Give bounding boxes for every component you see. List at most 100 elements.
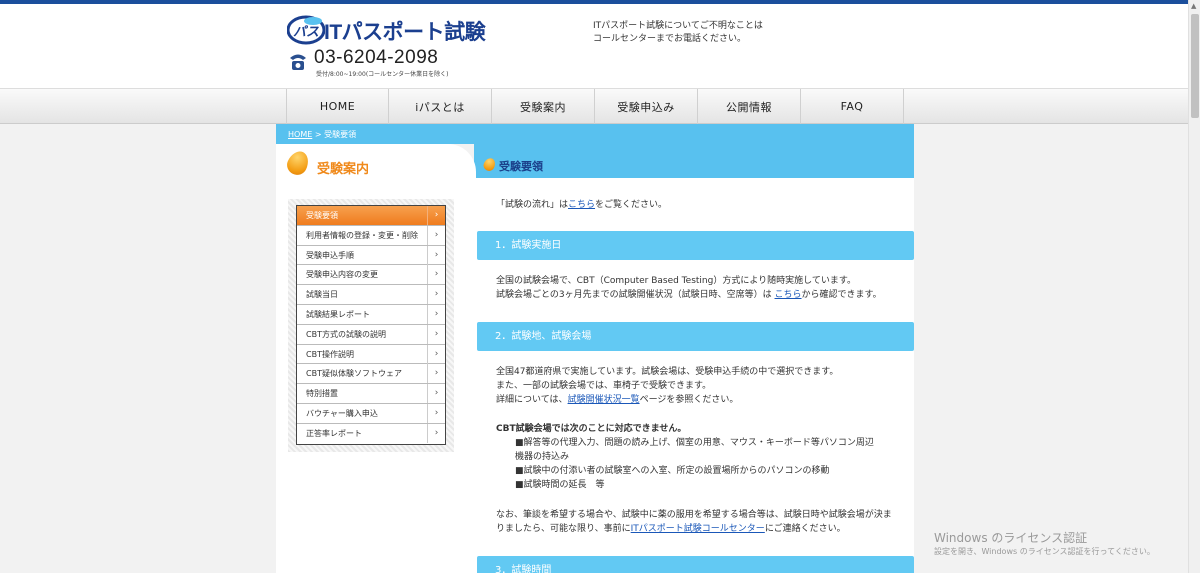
text-before: りましたら、可能な限り、事前に <box>496 524 631 534</box>
venue-list-link[interactable]: 試験開催状況一覧 <box>568 395 640 405</box>
paragraph-line: また、一部の試験会場では、車椅子で受験できます。 <box>496 381 712 391</box>
chevron-right-icon: › <box>427 403 445 423</box>
site-logo[interactable]: パス ITパスポート試験 03-6204-2098 受付/8:00~19:00(… <box>287 14 507 78</box>
sidebar-item-cbt-simulator[interactable]: CBT疑似体験ソフトウェア › <box>297 364 445 385</box>
svg-text:パス: パス <box>293 25 319 40</box>
nav-exam-guide[interactable]: 受験案内 <box>492 89 595 124</box>
notice-line: コールセンターまでお電話ください。 <box>593 34 747 44</box>
paragraph-line: りましたら、可能な限り、事前にITパスポート試験コールセンターにご連絡ください。 <box>496 522 892 536</box>
nav-home[interactable]: HOME <box>286 89 389 124</box>
sidebar-item-label: 試験当日 <box>306 290 338 300</box>
sidebar-item-change-application[interactable]: 受験申込内容の変更 › <box>297 265 445 286</box>
nav-about[interactable]: iパスとは <box>389 89 492 124</box>
paragraph-line: 試験会場ごとの3ヶ月先までの試験開催状況（試験日時、空席等）は こちらから確認で… <box>496 288 882 302</box>
sidebar-item-label: バウチャー購入申込 <box>306 408 378 418</box>
chevron-right-icon: › <box>427 225 445 245</box>
sidebar-menu: 受験要領 › 利用者情報の登録・変更・削除 › 受験申込手順 › 受験申込内容の変更 ›… <box>296 205 446 445</box>
sidebar-item-label: 受験申込手順 <box>306 250 354 260</box>
list-item: 機器の持込み <box>515 452 570 462</box>
paragraph-line: 詳細については、試験開催状況一覧ページを参照ください。 <box>496 393 838 407</box>
breadcrumb-current: 受験要領 <box>324 130 357 139</box>
header-notice: ITパスポート試験についてご不明なことは コールセンターまでお電話ください。 <box>593 20 763 46</box>
sidebar-item-label: 利用者情報の登録・変更・削除 <box>306 230 418 240</box>
sidebar-item-cbt-operation[interactable]: CBT操作説明 › <box>297 344 445 365</box>
chevron-right-icon: › <box>427 384 445 404</box>
sidebar-item-label: CBT疑似体験ソフトウェア <box>306 369 402 379</box>
breadcrumb: HOME > 受験要領 <box>288 129 356 140</box>
breadcrumb-bar: HOME > 受験要領 <box>276 124 914 144</box>
chevron-right-icon: › <box>427 206 445 225</box>
sidebar-item-label: 試験結果レポート <box>306 309 370 319</box>
chevron-right-icon: › <box>427 304 445 324</box>
section-heading-exam-dates: 1．試験実施日 <box>477 231 914 260</box>
paragraph-line: なお、筆談を希望する場合や、試験中に薬の服用を希望する場合等は、試験日時や試験会… <box>496 510 892 520</box>
call-hours: 受付/8:00~19:00(コールセンター休業日を除く) <box>316 71 449 78</box>
chevron-right-icon: › <box>427 324 445 344</box>
sidebar-item-user-info[interactable]: 利用者情報の登録・変更・削除 › <box>297 225 445 246</box>
chevron-right-icon: › <box>427 285 445 305</box>
sidebar-item-result-report[interactable]: 試験結果レポート › <box>297 304 445 325</box>
schedule-status-link[interactable]: こちら <box>775 290 802 300</box>
ipass-logo-icon: パス <box>287 15 325 45</box>
cbt-limitations-heading: CBT試験会場では次のことに対応できません。 <box>496 424 687 434</box>
text-before: 試験会場ごとの3ヶ月先までの試験開催状況（試験日時、空席等）は <box>496 290 772 300</box>
cbt-limitations-list: ■解答等の代理入力、問題の読み上げ、個室の用意、マウス・キーボード等パソコン周辺… <box>515 436 874 492</box>
sidebar-item-voucher[interactable]: バウチャー購入申込 › <box>297 403 445 424</box>
sidebar-item-cbt-explanation[interactable]: CBT方式の試験の説明 › <box>297 324 445 345</box>
list-item: ■試験時間の延長 等 <box>515 480 605 490</box>
chevron-right-icon: › <box>427 265 445 285</box>
sidebar-item-label: 受験要領 <box>306 211 338 220</box>
breadcrumb-home-link[interactable]: HOME <box>288 130 312 139</box>
nav-faq[interactable]: FAQ <box>801 89 904 124</box>
chevron-right-icon: › <box>427 423 445 443</box>
call-center-link[interactable]: ITパスポート試験コールセンター <box>631 524 765 534</box>
chevron-right-icon: › <box>427 364 445 384</box>
phone-icon <box>290 54 306 70</box>
sidebar-item-accuracy-report[interactable]: 正答率レポート › <box>297 423 445 444</box>
nav-list: HOME iパスとは 受験案内 受験申込み 公開情報 FAQ <box>286 89 904 124</box>
text-after: ページを参照ください。 <box>639 395 739 405</box>
vertical-scrollbar[interactable]: ▲ <box>1188 0 1200 573</box>
text-after: から確認できます。 <box>801 290 882 300</box>
nav-public-info[interactable]: 公開情報 <box>698 89 801 124</box>
chevron-right-icon: › <box>427 245 445 265</box>
section-heading-exam-time: 3．試験時間 <box>477 556 914 573</box>
text-after: にご連絡ください。 <box>764 524 846 534</box>
windows-activation-title: Windows のライセンス認証 <box>934 531 1088 545</box>
sidebar-item-label: 受験申込内容の変更 <box>306 270 378 280</box>
sidebar-item-label: CBT操作説明 <box>306 349 354 359</box>
paragraph-line: 全国47都道府県で実施しています。試験会場は、受験申込手続の中で選択できます。 <box>496 367 839 377</box>
exam-dates-text: 全国の試験会場で、CBT（Computer Based Testing）方式によ… <box>496 274 882 302</box>
section-title: 受験案内 <box>317 162 370 177</box>
nav-apply[interactable]: 受験申込み <box>595 89 698 124</box>
scroll-up-icon[interactable]: ▲ <box>1191 2 1196 10</box>
chevron-right-icon: › <box>427 344 445 364</box>
exam-flow-link[interactable]: こちら <box>568 200 595 210</box>
paragraph-line: 全国の試験会場で、CBT（Computer Based Testing）方式によ… <box>496 276 856 286</box>
section-heading-exam-locations: 2．試験地、試験会場 <box>477 322 914 351</box>
phone-number: 03-6204-2098 <box>314 47 439 68</box>
list-item: ■解答等の代理入力、問題の読み上げ、個室の用意、マウス・キーボード等パソコン周辺 <box>515 438 874 448</box>
sidebar-item-label: 正答率レポート <box>306 428 362 438</box>
sidebar-item-special-measures[interactable]: 特別措置 › <box>297 384 445 404</box>
notice-line: ITパスポート試験についてご不明なことは <box>593 21 763 31</box>
page-title: 受験要領 <box>499 160 543 173</box>
text-before: 詳細については、 <box>496 395 568 405</box>
global-nav: HOME iパスとは 受験案内 受験申込み 公開情報 FAQ <box>0 88 1188 124</box>
scroll-thumb[interactable] <box>1191 14 1199 118</box>
sidebar-item-label: 特別措置 <box>306 389 338 399</box>
exam-locations-text: 全国47都道府県で実施しています。試験会場は、受験申込手続の中で選択できます。 … <box>496 365 838 407</box>
note-text: なお、筆談を希望する場合や、試験中に薬の服用を希望する場合等は、試験日時や試験会… <box>496 508 892 536</box>
sidebar-item-exam-day[interactable]: 試験当日 › <box>297 285 445 305</box>
logo-text: ITパスポート試験 <box>324 21 486 44</box>
site-header <box>0 4 1188 88</box>
intro-after: をご覧ください。 <box>595 200 668 210</box>
sidebar-item-apply-steps[interactable]: 受験申込手順 › <box>297 245 445 266</box>
sidebar-item-exam-rules[interactable]: 受験要領 › <box>297 206 445 226</box>
breadcrumb-separator: > <box>314 130 322 139</box>
intro-before: 「試験の流れ」は <box>496 200 569 210</box>
sidebar-item-label: CBT方式の試験の説明 <box>306 329 386 339</box>
intro-text: 「試験の流れ」はこちらをご覧ください。 <box>496 198 667 212</box>
list-item: ■試験中の付添い者の試験室への入室、所定の設置場所からのパソコンの移動 <box>515 466 830 476</box>
windows-activation-text: 設定を開き、Windows のライセンス認証を行ってください。 <box>934 547 1155 556</box>
